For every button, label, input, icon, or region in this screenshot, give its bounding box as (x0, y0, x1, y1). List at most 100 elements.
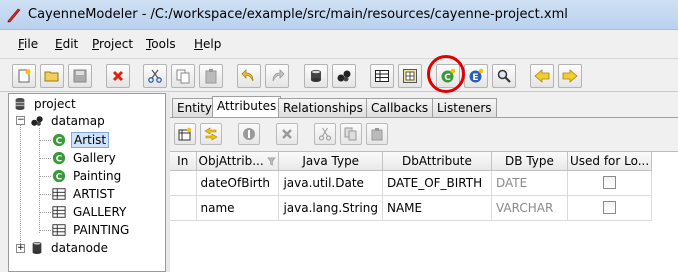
cell-in[interactable] (170, 195, 197, 221)
attributes-table[interactable]: In ObjAttrib... Java Type DbAttribute DB… (170, 152, 653, 221)
create-query-button[interactable] (492, 64, 516, 88)
expand-toggle-datanode[interactable]: + (16, 244, 25, 253)
tab-listeners-label: Listeners (437, 101, 492, 115)
copy-button[interactable] (171, 64, 195, 88)
create-procedure-button[interactable]: E (464, 64, 488, 88)
menu-bar: File Edit Project Tools Help (0, 34, 678, 56)
tree-label-objentity: Gallery (73, 151, 116, 165)
project-icon (12, 96, 28, 112)
used-for-locking-checkbox[interactable] (603, 201, 617, 214)
cell-in[interactable] (170, 170, 197, 196)
new-project-button[interactable] (12, 64, 36, 88)
save-icon (73, 69, 87, 83)
svg-text:C: C (56, 137, 62, 147)
menu-help[interactable]: Help (194, 37, 221, 51)
cell-dbattribute[interactable]: DATE_OF_BIRTH (382, 170, 492, 196)
cell-javatype[interactable]: java.lang.String (278, 195, 383, 221)
remove-icon (282, 129, 292, 139)
tree-node-project[interactable]: project (12, 95, 78, 113)
remove-attribute-button[interactable] (276, 123, 298, 145)
tree-node-objentity[interactable]: C Gallery (51, 149, 118, 167)
cell-used-for-locking (567, 195, 653, 221)
navigate-forward-icon (562, 69, 578, 83)
tab-callbacks[interactable]: Callbacks (366, 98, 434, 117)
highlight-circle (427, 55, 465, 93)
paste-attribute-button[interactable] (366, 123, 388, 145)
paste-button[interactable] (199, 64, 223, 88)
navigate-forward-button[interactable] (558, 64, 582, 88)
main-toolbar: C E (0, 58, 678, 92)
column-header-objattribute[interactable]: ObjAttrib... (196, 152, 280, 171)
column-header-objattribute-label: ObjAttrib... (198, 153, 264, 168)
copy-icon (344, 127, 357, 141)
tree-node-datanode[interactable]: datanode (29, 239, 110, 257)
collapse-toggle-datamap[interactable]: − (16, 116, 25, 125)
cut-attribute-button[interactable] (314, 123, 336, 145)
tree-node-objentity[interactable]: C Artist (51, 131, 110, 149)
tab-relationships[interactable]: Relationships (278, 98, 368, 117)
used-for-locking-checkbox[interactable] (603, 176, 617, 189)
column-header-javatype[interactable]: Java Type (278, 152, 383, 171)
navigate-back-button[interactable] (530, 64, 554, 88)
menu-file[interactable]: File (18, 37, 38, 51)
open-project-button[interactable] (40, 64, 64, 88)
tree-guide-line (39, 128, 40, 233)
remove-icon (112, 70, 124, 82)
cell-objattribute[interactable]: name (196, 195, 280, 221)
window-title: CayenneModeler - /C:/workspace/example/s… (28, 7, 568, 22)
create-attribute-button[interactable] (174, 123, 196, 145)
create-dbentity-button[interactable] (370, 64, 394, 88)
redo-button[interactable] (265, 64, 289, 88)
tree-label-dbentity: ARTIST (73, 187, 115, 201)
objentity-icon: C (51, 132, 67, 148)
tree-node-dbentity[interactable]: PAINTING (51, 221, 131, 239)
tab-entity[interactable]: Entity (172, 98, 218, 117)
svg-text:C: C (56, 173, 62, 183)
project-tree[interactable]: project − datamap C Artist C Gallery C P… (8, 93, 166, 272)
column-header-in[interactable]: In (170, 152, 197, 171)
menu-project[interactable]: Project (92, 37, 133, 51)
tree-label-datamap: datamap (51, 114, 105, 128)
table-row[interactable]: name java.lang.String NAME VARCHAR (170, 195, 653, 221)
column-header-dbattribute[interactable]: DbAttribute (382, 152, 492, 171)
cell-objattribute[interactable]: dateOfBirth (196, 170, 280, 196)
tree-node-dbentity[interactable]: GALLERY (51, 203, 128, 221)
tab-relationships-label: Relationships (283, 101, 363, 115)
create-datanode-button[interactable] (332, 64, 356, 88)
tab-callbacks-label: Callbacks (371, 101, 429, 115)
menu-edit[interactable]: Edit (55, 37, 78, 51)
menu-help-rest: elp (203, 37, 222, 51)
tab-attributes[interactable]: Attributes (212, 96, 282, 118)
cut-icon (318, 127, 332, 141)
tree-guide-line (39, 140, 51, 141)
tree-label-objentity: Artist (71, 132, 110, 148)
create-datamap-button[interactable] (304, 64, 328, 88)
column-header-dbtype[interactable]: DB Type (491, 152, 568, 171)
remove-button[interactable] (106, 64, 130, 88)
paste-icon (205, 69, 217, 84)
tree-node-objentity[interactable]: C Painting (51, 167, 123, 185)
create-procedure-icon: E (469, 68, 484, 83)
editor-tabs: Entity Attributes Relationships Callback… (170, 95, 678, 118)
tree-node-dbentity[interactable]: ARTIST (51, 185, 117, 203)
tree-guide-line (39, 194, 51, 195)
tree-node-datamap[interactable]: datamap (29, 112, 107, 130)
save-button[interactable] (68, 64, 92, 88)
objentity-icon: C (51, 150, 67, 166)
info-button[interactable] (238, 123, 260, 145)
tree-guide-line (39, 176, 51, 177)
tab-listeners[interactable]: Listeners (432, 98, 497, 117)
undo-button[interactable] (237, 64, 261, 88)
cell-javatype[interactable]: java.util.Date (278, 170, 383, 196)
cut-button[interactable] (143, 64, 167, 88)
menu-tools[interactable]: Tools (146, 37, 176, 51)
cell-dbattribute[interactable]: NAME (382, 195, 492, 221)
sync-attributes-button[interactable] (200, 123, 222, 145)
create-embeddable-button[interactable] (398, 64, 422, 88)
menu-project-mnemonic: P (92, 37, 100, 51)
table-row[interactable]: dateOfBirth java.util.Date DATE_OF_BIRTH… (170, 170, 653, 196)
column-header-used-for-locking[interactable]: Used for Lo... (567, 152, 653, 171)
copy-attribute-button[interactable] (340, 123, 362, 145)
menu-tools-rest: ools (151, 37, 176, 51)
tree-label-dbentity: GALLERY (73, 205, 127, 219)
